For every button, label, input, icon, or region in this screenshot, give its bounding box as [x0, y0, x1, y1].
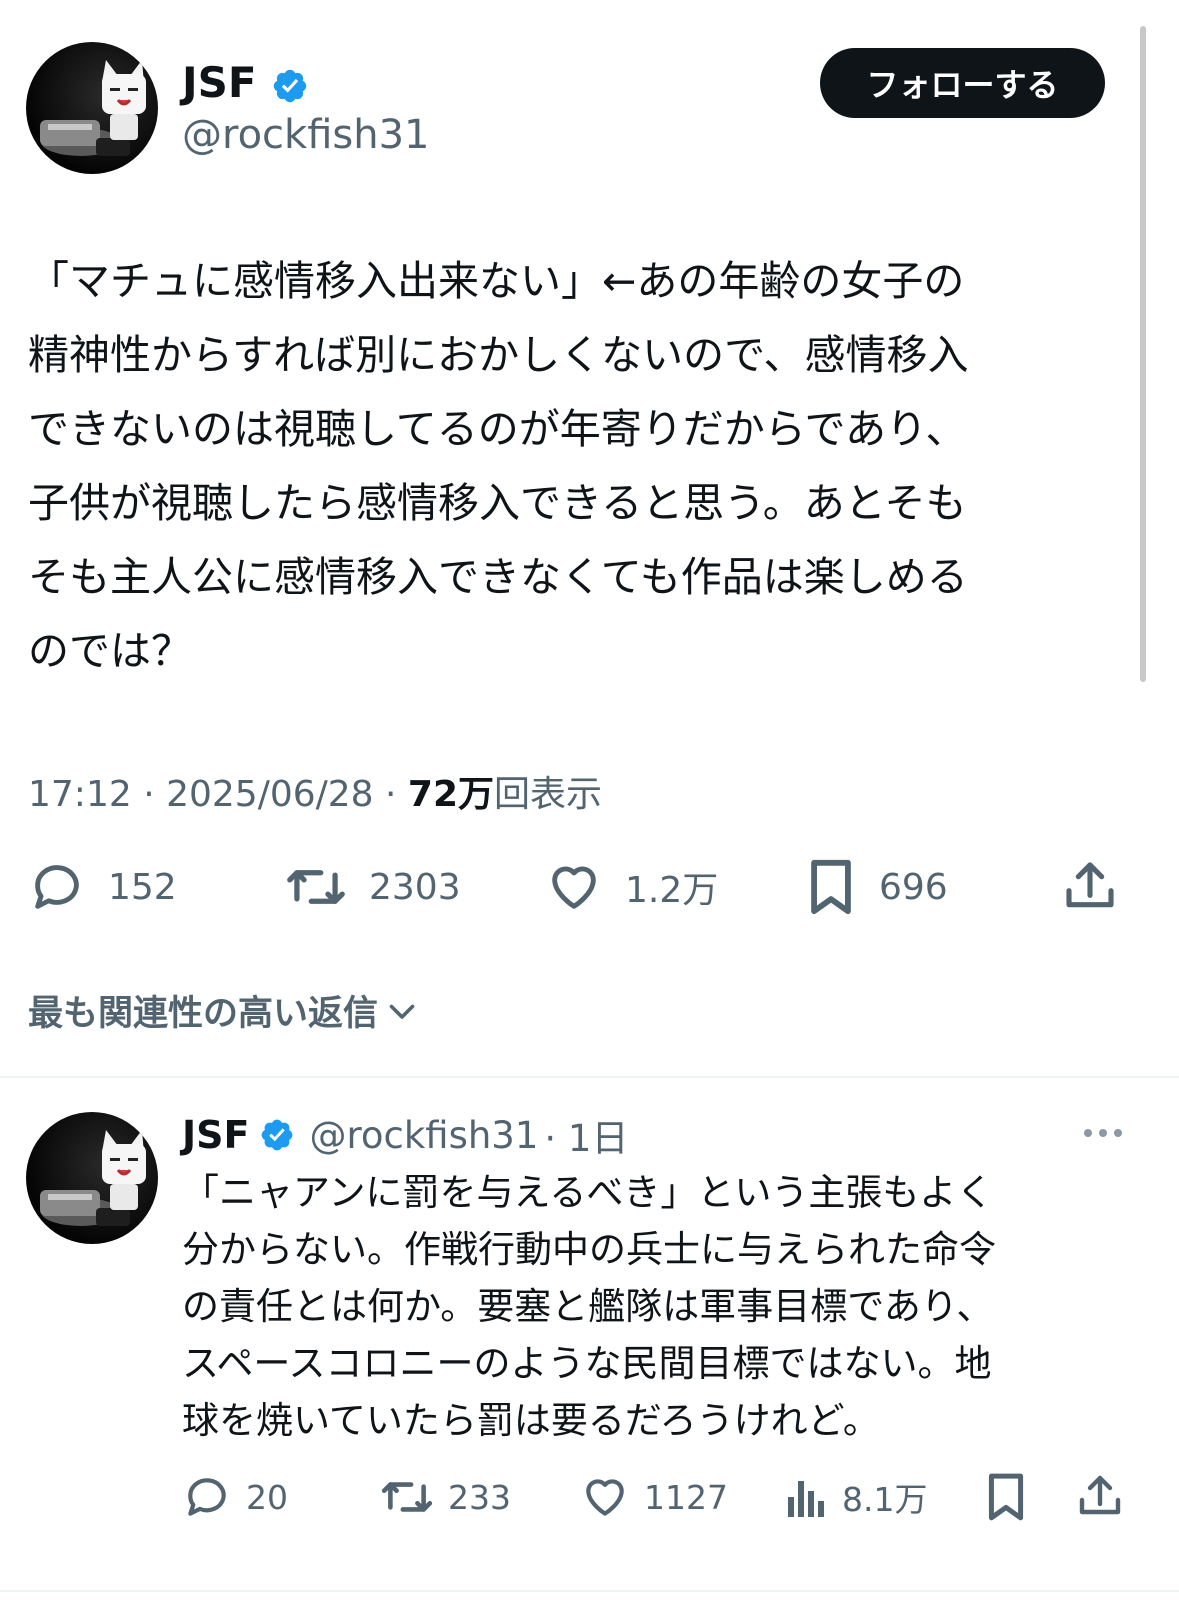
- divider: [0, 1590, 1179, 1592]
- reply-views-count: 8.1万: [842, 1480, 928, 1519]
- reply-like-count: 1127: [644, 1477, 728, 1517]
- verified-badge-icon: [273, 69, 307, 102]
- retweet-button[interactable]: 2303: [285, 858, 461, 916]
- views-icon: [788, 1481, 824, 1517]
- more-icon: [1084, 1129, 1122, 1137]
- like-button[interactable]: 1.2万: [545, 858, 718, 916]
- verified-badge-icon: [262, 1119, 293, 1151]
- follow-button[interactable]: フォローする: [820, 48, 1105, 118]
- reply-author-name[interactable]: JSF: [182, 1110, 249, 1160]
- reply-retweet-count: 233: [448, 1477, 511, 1517]
- author-handle[interactable]: @rockfish31: [182, 112, 429, 158]
- reply-retweet-button[interactable]: 233: [380, 1472, 511, 1522]
- share-icon: [1079, 1475, 1121, 1515]
- bookmark-count: 696: [879, 866, 948, 908]
- avatar[interactable]: [26, 42, 158, 174]
- tweet-meta: 17:12 · 2025/06/28 · 72万回表示: [28, 765, 602, 817]
- reply-author-handle[interactable]: @rockfish31: [309, 1114, 538, 1157]
- reply-age[interactable]: · 1日: [544, 1108, 628, 1162]
- more-button[interactable]: [1080, 1116, 1126, 1154]
- reply-views-button[interactable]: 8.1万: [784, 1472, 927, 1522]
- retweet-count: 2303: [369, 866, 461, 908]
- tweet-text: 「マチュに感情移入出来ない」←あの年齢の女子の 精神性からすれば別におかしくない…: [28, 257, 969, 675]
- reply-text: 「ニャアンに罰を与えるべき」という主張もよく 分からない。作戦行動中の兵士に与え…: [182, 1171, 996, 1442]
- retweet-icon: [287, 870, 345, 904]
- bookmark-icon: [988, 1473, 1024, 1521]
- like-icon: [586, 1479, 624, 1516]
- like-count: 1.2万: [625, 870, 719, 911]
- reply-like-button[interactable]: 1127: [580, 1472, 728, 1522]
- views-label: 回表示: [494, 774, 603, 815]
- chevron-down-icon: [389, 1004, 415, 1019]
- like-icon: [552, 866, 596, 909]
- reply-reply-button[interactable]: 20: [182, 1472, 288, 1522]
- reply-header: JSF @rockfish31 · 1日: [182, 1108, 628, 1162]
- author-name[interactable]: JSF: [182, 58, 257, 107]
- reply-icon: [35, 865, 79, 909]
- bookmark-button[interactable]: 696: [805, 858, 948, 916]
- reply-count: 152: [108, 866, 177, 908]
- retweet-icon: [381, 1482, 433, 1512]
- replies-sort-dropdown[interactable]: 最も関連性の高い返信: [28, 985, 420, 1036]
- reply-reply-count: 20: [246, 1477, 288, 1517]
- reply-share-button[interactable]: [1076, 1472, 1124, 1520]
- share-button[interactable]: [1062, 858, 1118, 914]
- tweet-time[interactable]: 17:12 · 2025/06/28 ·: [28, 774, 408, 815]
- views-count: 72万: [407, 774, 495, 815]
- reply-icon: [188, 1478, 226, 1516]
- reply-avatar[interactable]: [26, 1112, 158, 1244]
- author-name-row[interactable]: JSF: [182, 58, 309, 108]
- reply-button[interactable]: 152: [28, 858, 177, 916]
- replies-sort-label: 最も関連性の高い返信: [28, 994, 379, 1034]
- reply-bookmark-button[interactable]: [984, 1472, 1028, 1522]
- share-icon: [1066, 862, 1114, 908]
- scrollbar[interactable]: [1140, 26, 1146, 682]
- divider: [0, 1076, 1179, 1078]
- bookmark-icon: [811, 859, 851, 915]
